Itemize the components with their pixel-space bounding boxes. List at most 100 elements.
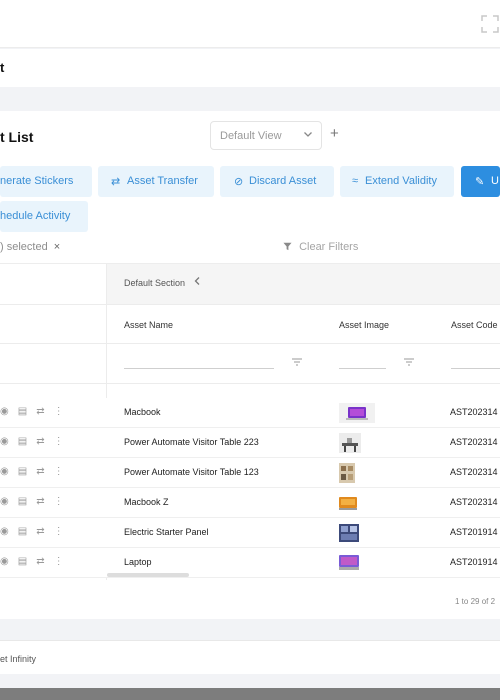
footer: et Infinity [0, 640, 500, 674]
view-select-value: Default View [220, 130, 282, 142]
asset-name[interactable]: Laptop [124, 557, 152, 567]
clear-filters-button[interactable]: Clear Filters [283, 241, 358, 254]
chevron-left-icon[interactable] [193, 276, 201, 289]
extend-validity-label: Extend Validity [365, 175, 437, 187]
details-icon[interactable]: ▤ [18, 466, 27, 477]
sub-header: t [0, 49, 500, 87]
section-label: Default Section [124, 278, 186, 288]
asset-name-filter-input[interactable] [124, 368, 274, 369]
horizontal-scrollbar[interactable] [107, 573, 189, 577]
column-filter-icon[interactable] [404, 358, 414, 369]
generate-stickers-button[interactable]: nerate Stickers [0, 166, 92, 197]
asset-code: AST202314 [450, 407, 498, 417]
row-actions: ◉ ▤ ⇄ ⋮ [0, 436, 73, 447]
column-header-asset-code[interactable]: Asset Code [451, 320, 498, 330]
row-actions: ◉ ▤ ⇄ ⋮ [0, 526, 73, 537]
view-icon[interactable]: ◉ [0, 556, 9, 567]
more-options-icon[interactable]: ⋮ [54, 526, 64, 537]
asset-thumbnail[interactable] [339, 463, 375, 483]
transfer-icon[interactable]: ⇄ [36, 496, 44, 507]
asset-transfer-label: Asset Transfer [127, 175, 198, 187]
asset-transfer-button[interactable]: ⇄ Asset Transfer [98, 166, 214, 197]
table-row[interactable]: ◉ ▤ ⇄ ⋮ Electric Starter Panel AST201914 [0, 518, 500, 548]
more-options-icon[interactable]: ⋮ [54, 556, 64, 567]
transfer-icon[interactable]: ⇄ [36, 466, 44, 477]
clear-filters-label: Clear Filters [299, 241, 359, 253]
asset-code: AST201914 [450, 527, 498, 537]
top-bar [0, 0, 500, 48]
view-icon[interactable]: ◉ [0, 466, 9, 477]
table-row[interactable]: ◉ ▤ ⇄ ⋮ Power Automate Visitor Table 123 AS… [0, 458, 500, 488]
table-row[interactable]: ◉ ▤ ⇄ ⋮ Macbook Z AST202314 [0, 488, 500, 518]
asset-code: AST202314 [450, 467, 498, 477]
page-title: t List [0, 129, 34, 145]
discard-icon: ⊘ [234, 176, 244, 188]
details-icon[interactable]: ▤ [18, 496, 27, 507]
update-button[interactable]: ✎ U [461, 166, 500, 197]
row-actions: ◉ ▤ ⇄ ⋮ [0, 406, 73, 417]
asset-thumbnail[interactable] [339, 523, 375, 543]
asset-thumbnail[interactable] [339, 493, 375, 513]
transfer-icon[interactable]: ⇄ [36, 436, 44, 447]
more-options-icon[interactable]: ⋮ [54, 466, 64, 477]
asset-code: AST202314 [450, 437, 498, 447]
view-icon[interactable]: ◉ [0, 526, 9, 537]
schedule-activity-label: hedule Activity [0, 210, 71, 222]
row-actions: ◉ ▤ ⇄ ⋮ [0, 496, 73, 507]
details-icon[interactable]: ▤ [18, 556, 27, 567]
column-header-asset-image[interactable]: Asset Image [339, 320, 389, 330]
more-options-icon[interactable]: ⋮ [54, 436, 64, 447]
transfer-icon: ⇄ [111, 176, 121, 188]
column-header-row: Asset Name Asset Image Asset Code [0, 304, 500, 344]
transfer-icon[interactable]: ⇄ [36, 406, 44, 417]
generate-stickers-label: nerate Stickers [0, 175, 74, 187]
asset-table: Default Section Asset Name Asset Image A… [0, 263, 500, 580]
asset-code: AST201914 [450, 557, 498, 567]
chevron-down-icon [303, 129, 313, 142]
transfer-icon[interactable]: ⇄ [36, 526, 44, 537]
details-icon[interactable]: ▤ [18, 526, 27, 537]
asset-name[interactable]: Macbook Z [124, 497, 169, 507]
more-options-icon[interactable]: ⋮ [54, 406, 64, 417]
footer-text: et Infinity [0, 654, 37, 664]
view-icon[interactable]: ◉ [0, 436, 9, 447]
row-actions: ◉ ▤ ⇄ ⋮ [0, 556, 73, 567]
pagination-summary: 1 to 29 of 2 [455, 597, 496, 606]
asset-thumbnail[interactable] [339, 553, 375, 573]
sub-header-title: t [0, 60, 5, 75]
selection-text: ) selected [0, 241, 48, 253]
view-icon[interactable]: ◉ [0, 496, 9, 507]
view-select[interactable]: Default View [210, 121, 322, 150]
asset-name[interactable]: Macbook [124, 407, 161, 417]
view-icon[interactable]: ◉ [0, 406, 9, 417]
details-icon[interactable]: ▤ [18, 406, 27, 417]
asset-thumbnail[interactable] [339, 403, 375, 423]
selection-count: ) selected × [0, 241, 60, 253]
asset-name[interactable]: Electric Starter Panel [124, 527, 209, 537]
extend-icon: ≈ [352, 175, 359, 187]
table-row[interactable]: ◉ ▤ ⇄ ⋮ Laptop AST201914 [0, 548, 500, 578]
asset-list-panel: t List Default View + nerate Stickers ⇄ … [0, 111, 500, 619]
clear-selection-icon[interactable]: × [54, 241, 60, 253]
asset-name[interactable]: Power Automate Visitor Table 123 [124, 467, 259, 477]
asset-image-filter-input[interactable] [339, 368, 386, 369]
more-options-icon[interactable]: ⋮ [54, 496, 64, 507]
discard-asset-button[interactable]: ⊘ Discard Asset [220, 166, 334, 197]
table-row[interactable]: ◉ ▤ ⇄ ⋮ Macbook AST202314 [0, 398, 500, 428]
fullscreen-icon[interactable] [480, 14, 500, 34]
update-label: U [491, 175, 499, 187]
add-view-button[interactable]: + [330, 125, 339, 142]
app-frame: t t List Default View + nerate Stickers … [0, 0, 500, 688]
table-row[interactable]: ◉ ▤ ⇄ ⋮ Power Automate Visitor Table 223 AS… [0, 428, 500, 458]
transfer-icon[interactable]: ⇄ [36, 556, 44, 567]
column-header-asset-name[interactable]: Asset Name [124, 320, 173, 330]
column-filter-icon[interactable] [292, 358, 302, 369]
asset-thumbnail[interactable] [339, 433, 375, 453]
asset-code-filter-input[interactable] [451, 368, 500, 369]
discard-asset-label: Discard Asset [249, 175, 317, 187]
extend-validity-button[interactable]: ≈ Extend Validity [340, 166, 454, 197]
asset-name[interactable]: Power Automate Visitor Table 223 [124, 437, 259, 447]
schedule-activity-button[interactable]: hedule Activity [0, 201, 88, 232]
details-icon[interactable]: ▤ [18, 436, 27, 447]
row-actions: ◉ ▤ ⇄ ⋮ [0, 466, 73, 477]
